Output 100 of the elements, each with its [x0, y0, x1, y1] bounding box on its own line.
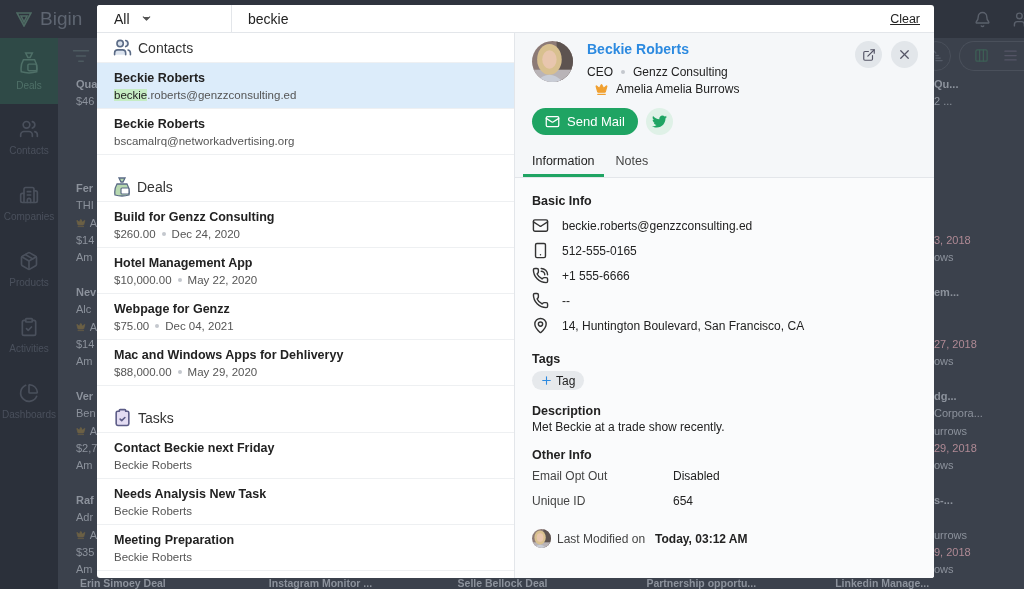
tab[interactable]: Notes: [606, 147, 658, 177]
deal-amount: $14: [76, 234, 95, 247]
company-name: $46: [76, 95, 95, 108]
users-icon: [113, 38, 132, 57]
deal-date: May 22, 2020: [187, 273, 258, 286]
kanban-icon[interactable]: [974, 48, 989, 64]
section-heading: Tasks: [138, 409, 174, 426]
contact-name: ows: [934, 459, 954, 472]
deal-date: Dec 04, 2021: [165, 319, 234, 332]
field-value: 512-555-0165: [562, 243, 637, 258]
contact-name: Am: [76, 459, 93, 472]
owner-name: A: [89, 424, 97, 437]
crown-icon: [76, 528, 86, 541]
crown-icon: [595, 82, 608, 96]
list-icon[interactable]: [1003, 48, 1018, 64]
crown-icon: [76, 424, 86, 437]
deal-title: Qu...: [934, 77, 959, 90]
company-name: Alc: [76, 303, 92, 316]
separator-dot: [155, 323, 160, 328]
section-heading: Basic Info: [532, 194, 592, 208]
deal-amount: $260.00: [114, 227, 156, 240]
deal-title: Selle Bellock Deal: [457, 578, 549, 589]
result-subtitle: Beckie Roberts: [114, 458, 192, 471]
phone-icon: [532, 267, 549, 284]
deal-title: dg...: [934, 389, 957, 402]
result-title: Mac and Windows Apps for Dehliveryy: [114, 347, 344, 362]
result-subtitle: Beckie Roberts: [114, 550, 192, 563]
description-text: Met Beckie at a trade show recently.: [532, 420, 726, 434]
contact-name: Am: [76, 355, 93, 368]
clipboard-icon: [19, 316, 39, 337]
modified-label: Last Modified on: [557, 531, 646, 546]
open-external-button[interactable]: [855, 41, 882, 68]
deal-amount: $88,000.00: [114, 365, 172, 378]
contact-name: Am: [76, 251, 93, 264]
add-tag-button[interactable]: Tag: [532, 371, 585, 390]
field-value: Disabled: [673, 468, 720, 483]
section-heading: Other Info: [532, 448, 592, 462]
envelope-icon: [532, 217, 549, 234]
deal-title: Erin Simoey Deal: [80, 578, 167, 589]
owner-name: A: [89, 320, 97, 333]
deal-title: Fer: [76, 181, 94, 194]
deal-title: Nev: [76, 285, 97, 298]
company-name: THI: [76, 199, 94, 212]
deal-amount: $75.00: [114, 319, 150, 332]
separator-dot: [161, 231, 166, 236]
deal-amount: $35: [76, 545, 95, 558]
mobile-phone-icon: [532, 242, 549, 259]
money-bag-icon: [113, 176, 131, 197]
bell-icon[interactable]: [974, 10, 991, 28]
result-title: Needs Analysis New Task: [114, 486, 267, 501]
contact-name: ows: [934, 355, 954, 368]
map-pin-icon: [532, 317, 549, 334]
external-link-icon: [861, 47, 876, 62]
section-heading: Deals: [137, 178, 173, 195]
field-value: +1 555-6666: [562, 268, 630, 283]
result-subtitle: beckie.roberts@genzzconsulting.ed: [114, 88, 297, 101]
closing-date: 29, 2018: [934, 441, 977, 454]
separator-dot: [177, 277, 182, 282]
contact-name: ows: [934, 563, 954, 576]
deal-title: s-...: [934, 493, 953, 506]
crown-icon: [76, 216, 86, 229]
deal-title: Qua: [76, 77, 98, 90]
field-value: 654: [673, 493, 694, 508]
twitter-button[interactable]: [645, 108, 673, 135]
contact-name: ows: [934, 251, 954, 264]
owner-name: urrows: [934, 528, 967, 541]
deal-date: Dec 24, 2020: [171, 227, 240, 240]
envelope-icon: [545, 114, 560, 129]
result-item[interactable]: Beckie Roberts beckie.roberts@genzzconsulting.ed: [97, 63, 514, 109]
deal-title: Partnership opportu...: [646, 578, 758, 589]
telephone-icon: [532, 292, 549, 309]
separator-dot: [177, 369, 182, 374]
deal-title: Instagram Monitor ...: [268, 578, 374, 589]
pie-chart-icon: [19, 382, 39, 403]
closing-date: 9, 2018: [934, 545, 971, 558]
field-label: Unique ID: [532, 493, 587, 508]
field-label: Email Opt Out: [532, 468, 609, 483]
clear-link[interactable]: Clear: [890, 11, 920, 26]
result-title: Beckie Roberts: [114, 116, 205, 131]
result-title: Meeting Preparation: [114, 532, 235, 547]
company-name: Ben: [76, 407, 96, 420]
plus-icon: [540, 374, 553, 387]
result-title: Hotel Management App: [114, 255, 253, 270]
result-title: Beckie Roberts: [114, 70, 205, 85]
result-title: Contact Beckie next Friday: [114, 440, 275, 455]
closing-date: 3, 2018: [934, 234, 971, 247]
result-title: Build for Genzz Consulting: [114, 209, 275, 224]
field-value: beckie.roberts@genzzconsulting.ed: [562, 218, 753, 233]
deal-amount: $2,7: [76, 441, 98, 454]
separator-dot: [621, 70, 625, 74]
close-button[interactable]: [891, 41, 918, 68]
field-value: --: [562, 293, 570, 308]
scope-dropdown[interactable]: All: [97, 5, 232, 32]
result-subtitle: Beckie Roberts: [114, 504, 192, 517]
crown-icon: [76, 320, 86, 333]
search-field[interactable]: beckie: [232, 10, 891, 27]
result-title: Webpage for Genzz: [114, 301, 230, 316]
company-name: Corpora...: [934, 407, 983, 420]
money-bag-icon: [19, 51, 39, 74]
users-icon: [19, 118, 39, 139]
